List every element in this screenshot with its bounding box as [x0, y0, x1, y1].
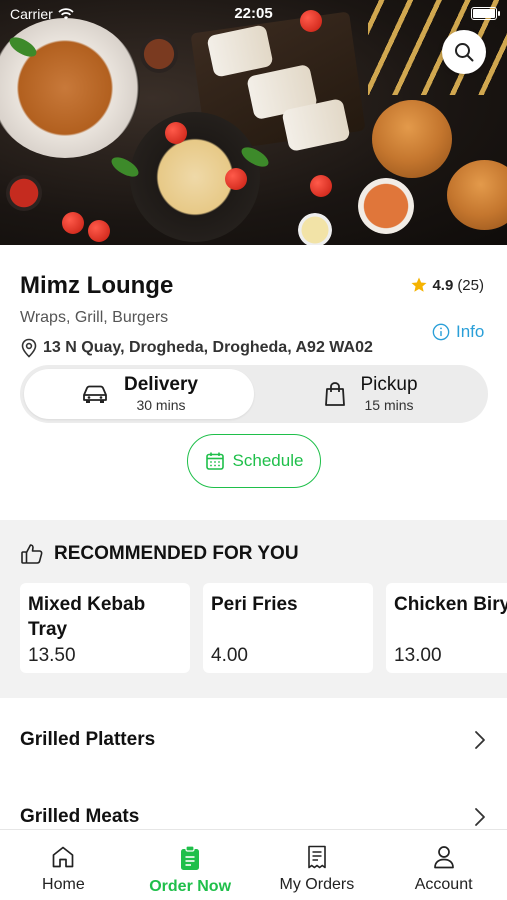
delivery-label: Delivery [124, 373, 198, 395]
location-pin-icon [21, 338, 37, 358]
delivery-option[interactable]: Delivery 30 mins [24, 369, 254, 419]
search-button[interactable] [442, 30, 486, 74]
tab-home[interactable]: Home [0, 830, 127, 900]
recommended-item[interactable]: Mixed Kebab Tray 13.50 [20, 583, 190, 673]
chevron-right-icon [475, 731, 485, 749]
tab-label: Account [414, 876, 473, 893]
receipt-icon [308, 845, 326, 869]
recommended-header: RECOMMENDED FOR YOU [20, 542, 299, 566]
rating: 4.9 (25) [410, 276, 484, 294]
recommended-title: RECOMMENDED FOR YOU [54, 543, 299, 564]
info-label: Info [456, 322, 485, 341]
item-name: Chicken Biryani [394, 594, 507, 615]
star-icon [411, 277, 427, 292]
tab-account[interactable]: Account [380, 830, 507, 900]
restaurant-address: 13 N Quay, Drogheda, Drogheda, A92 WA02 [20, 338, 373, 358]
restaurant-hero-image [0, 0, 507, 245]
item-price: 13.00 [394, 645, 442, 666]
item-name: Peri Fries [211, 594, 298, 615]
chevron-right-icon [475, 808, 485, 826]
search-icon [455, 43, 474, 62]
category-name: Grilled Meats [20, 806, 140, 827]
calendar-icon [205, 452, 224, 470]
tab-order-now[interactable]: Order Now [127, 830, 254, 900]
schedule-label: Schedule [232, 451, 304, 470]
item-price: 13.50 [28, 645, 76, 666]
shopping-bag-icon [325, 382, 346, 406]
tab-label: Order Now [149, 878, 232, 895]
user-icon [433, 846, 454, 869]
category-row[interactable]: Grilled Platters [0, 705, 507, 775]
clock: 22:05 [234, 5, 273, 22]
pickup-option[interactable]: Pickup 15 mins [256, 369, 486, 419]
car-icon [83, 385, 107, 403]
delivery-time: 30 mins [136, 396, 186, 413]
cuisine-list: Wraps, Grill, Burgers [20, 309, 169, 326]
rating-value: 4.9 [432, 276, 454, 294]
pickup-time: 15 mins [364, 396, 414, 413]
schedule-button[interactable]: Schedule [187, 434, 321, 488]
info-icon [432, 323, 450, 341]
recommended-section: RECOMMENDED FOR YOU Mixed Kebab Tray 13.… [0, 520, 507, 698]
thumbs-up-icon [21, 544, 43, 564]
order-bag-icon [181, 845, 200, 870]
recommended-item[interactable]: Peri Fries 4.00 [203, 583, 373, 673]
status-bar: Carrier 22:05 [0, 0, 507, 28]
category-name: Grilled Platters [20, 729, 156, 750]
rating-count: (25) [457, 276, 484, 294]
battery-icon [471, 7, 500, 20]
tab-label: My Orders [279, 876, 355, 893]
order-mode-toggle: Delivery 30 mins Pickup 15 mins [20, 365, 488, 423]
restaurant-name: Mimz Lounge [20, 272, 174, 299]
pickup-label: Pickup [360, 373, 418, 395]
recommended-item[interactable]: Chicken Biryani 13.00 [386, 583, 507, 673]
item-name: Mixed Kebab Tray [28, 594, 146, 640]
info-button[interactable]: Info [432, 322, 484, 342]
item-price: 4.00 [211, 645, 248, 666]
tab-my-orders[interactable]: My Orders [254, 830, 381, 900]
bottom-tab-bar: Home Order Now My Orders Account [0, 829, 507, 900]
home-icon [53, 846, 74, 868]
address-text: 13 N Quay, Drogheda, Drogheda, A92 WA02 [43, 339, 373, 356]
tab-label: Home [42, 876, 85, 893]
